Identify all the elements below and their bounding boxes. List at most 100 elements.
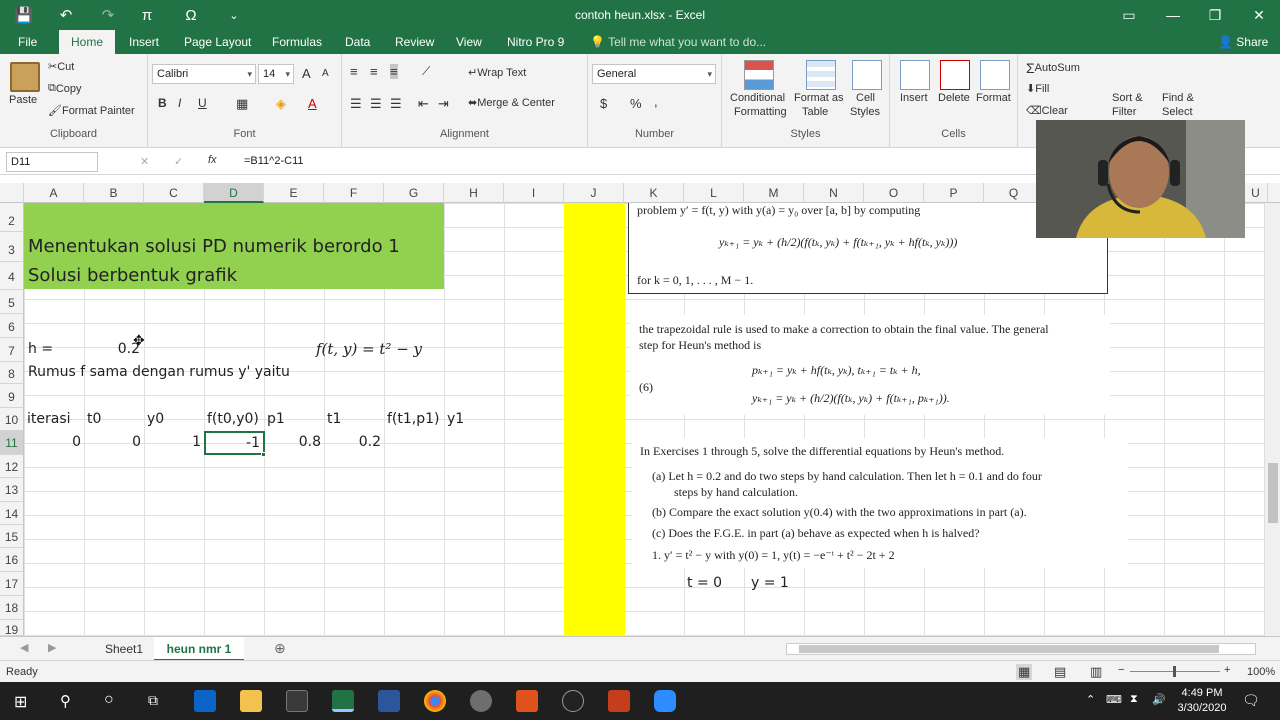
- row-header[interactable]: 15: [0, 525, 24, 548]
- title-cell-2[interactable]: Solusi berbentuk grafik: [28, 265, 237, 286]
- comma-button[interactable]: ,: [654, 94, 658, 109]
- header-y0[interactable]: y0: [147, 411, 164, 427]
- align-left-icon[interactable]: ☰: [350, 96, 362, 112]
- tab-view[interactable]: View: [456, 30, 482, 54]
- cell-styles-icon[interactable]: [852, 60, 882, 90]
- align-right-icon[interactable]: ☰: [390, 96, 402, 112]
- cell-e11[interactable]: 0.8: [264, 434, 321, 450]
- column-header[interactable]: U: [1244, 183, 1268, 203]
- column-header[interactable]: I: [504, 183, 564, 203]
- middle-align-icon[interactable]: ≡: [370, 64, 378, 79]
- column-header[interactable]: Q: [984, 183, 1044, 203]
- zoom-out-button[interactable]: −: [1118, 664, 1124, 676]
- cell-styles-label-2[interactable]: Styles: [850, 106, 880, 118]
- ribbon-display-icon[interactable]: ▭: [1114, 4, 1144, 26]
- edge-browser-icon[interactable]: [194, 690, 216, 712]
- format-painter-button[interactable]: 🖌 Format Painter: [48, 104, 135, 118]
- find-select-label-2[interactable]: Select: [1162, 106, 1193, 118]
- clear-button[interactable]: ⌫ Clear: [1026, 104, 1068, 118]
- column-header[interactable]: B: [84, 183, 144, 203]
- column-header[interactable]: K: [624, 183, 684, 203]
- keyboard-icon[interactable]: ⌨: [1106, 693, 1122, 706]
- column-header[interactable]: N: [804, 183, 864, 203]
- fill-color-icon[interactable]: ◈: [276, 96, 286, 112]
- name-box[interactable]: D11: [6, 152, 98, 172]
- powerpoint-app-icon[interactable]: [608, 690, 630, 712]
- horizontal-scroll-thumb[interactable]: [799, 645, 1219, 653]
- rumus-cell[interactable]: Rumus f sama dengan rumus y' yaitu: [28, 364, 290, 380]
- underline-button[interactable]: U: [198, 96, 207, 110]
- page-break-view-icon[interactable]: ▥: [1090, 664, 1102, 680]
- tray-chevron-icon[interactable]: ⌃: [1086, 693, 1095, 706]
- row-header[interactable]: 16: [0, 548, 24, 572]
- normal-view-icon[interactable]: ▦: [1016, 664, 1033, 680]
- column-header[interactable]: O: [864, 183, 924, 203]
- row-header[interactable]: 14: [0, 502, 24, 525]
- row-header[interactable]: 5: [0, 290, 24, 314]
- maximize-button[interactable]: ❐: [1200, 4, 1230, 26]
- cell-styles-label[interactable]: Cell: [856, 92, 875, 104]
- shrink-font-button[interactable]: A: [322, 68, 329, 79]
- textbook-image-3[interactable]: In Exercises 1 through 5, solve the diff…: [632, 438, 1128, 568]
- decrease-indent-icon[interactable]: ⇤: [418, 96, 429, 112]
- bold-button[interactable]: B: [158, 96, 167, 110]
- increase-indent-icon[interactable]: ⇥: [438, 96, 449, 112]
- column-header[interactable]: F: [324, 183, 384, 203]
- next-sheet-icon[interactable]: ▶: [48, 641, 56, 654]
- autosum-button[interactable]: Σ AutoSum: [1026, 60, 1080, 76]
- font-color-icon[interactable]: A: [308, 96, 317, 111]
- insert-cells-icon[interactable]: [900, 60, 930, 90]
- find-select-label[interactable]: Find &: [1162, 92, 1194, 104]
- tab-home[interactable]: Home: [59, 30, 116, 54]
- conditional-formatting-label-2[interactable]: Formatting: [734, 106, 787, 118]
- zoom-slider[interactable]: [1130, 666, 1220, 677]
- row-header[interactable]: 12: [0, 455, 24, 478]
- row-header[interactable]: 19: [0, 620, 24, 637]
- cell-b11[interactable]: 0: [84, 434, 141, 450]
- row-header[interactable]: 10: [0, 408, 24, 431]
- cancel-icon[interactable]: ✕: [140, 155, 149, 168]
- h-value-cell[interactable]: 0.2: [86, 341, 140, 357]
- sheet-tab-heun[interactable]: heun nmr 1: [154, 637, 244, 661]
- row-header[interactable]: 4: [0, 262, 24, 290]
- excel-app-icon[interactable]: [332, 690, 354, 712]
- tab-review[interactable]: Review: [395, 30, 434, 54]
- column-header[interactable]: C: [144, 183, 204, 203]
- text-y1[interactable]: y = 1: [751, 575, 789, 591]
- prev-sheet-icon[interactable]: ◀: [20, 641, 28, 654]
- row-header[interactable]: 2: [0, 203, 24, 232]
- task-view-icon[interactable]: ⧉: [148, 692, 158, 709]
- settings-app-icon[interactable]: [470, 690, 492, 712]
- header-t1[interactable]: t1: [327, 411, 341, 427]
- font-name-select[interactable]: Calibri: [152, 64, 256, 84]
- zoom-meeting-icon[interactable]: [654, 690, 676, 712]
- textbook-image-2[interactable]: the trapezoidal rule is used to make a c…: [630, 315, 1110, 415]
- percent-button[interactable]: %: [630, 96, 642, 111]
- format-cells-button[interactable]: Format: [976, 92, 1011, 104]
- format-as-table-label[interactable]: Format as: [794, 92, 844, 104]
- column-header[interactable]: A: [24, 183, 84, 203]
- bottom-align-icon[interactable]: ≡: [390, 64, 398, 79]
- italic-button[interactable]: I: [178, 96, 181, 110]
- column-header[interactable]: J: [564, 183, 624, 203]
- search-icon[interactable]: ⚲: [60, 692, 71, 710]
- text-t0[interactable]: t = 0: [687, 575, 722, 591]
- column-header[interactable]: M: [744, 183, 804, 203]
- paste-button[interactable]: Paste: [9, 94, 37, 106]
- orientation-icon[interactable]: ⟋: [422, 64, 430, 79]
- add-sheet-icon[interactable]: ⊕: [274, 640, 286, 657]
- column-header[interactable]: P: [924, 183, 984, 203]
- cell-d11-selected[interactable]: -1: [204, 431, 265, 455]
- insert-function-button[interactable]: fx: [208, 154, 217, 166]
- volume-icon[interactable]: 🔊: [1152, 693, 1166, 706]
- formula-input[interactable]: =B11^2-C11: [244, 155, 304, 167]
- grow-font-button[interactable]: A: [302, 66, 311, 81]
- conditional-formatting-icon[interactable]: [744, 60, 774, 90]
- tab-file[interactable]: File: [18, 30, 37, 54]
- row-header[interactable]: 18: [0, 596, 24, 620]
- file-explorer-icon[interactable]: [240, 690, 262, 712]
- acrobat-reader-icon[interactable]: [516, 690, 538, 712]
- column-header[interactable]: L: [684, 183, 744, 203]
- vertical-scrollbar[interactable]: [1264, 203, 1280, 636]
- minimize-button[interactable]: —: [1158, 4, 1188, 26]
